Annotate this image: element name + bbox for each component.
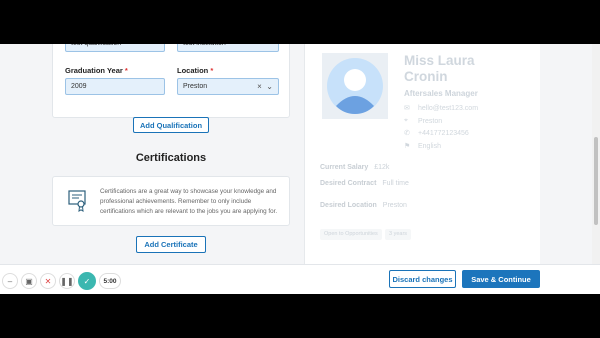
certifications-description: Certifications are a great way to showca…: [100, 188, 278, 215]
graduation-year-label: Graduation Year *: [65, 66, 128, 75]
location-value: Preston: [183, 83, 208, 90]
certificate-icon: [68, 190, 86, 212]
certifications-card: Certifications are a great way to showca…: [52, 176, 290, 226]
discard-changes-button[interactable]: Discard changes: [389, 270, 456, 288]
recorder-controls: – ▣ ✕ ❚❚ ✓ 5:00: [2, 272, 124, 290]
save-continue-button[interactable]: Save & Continue: [462, 270, 540, 288]
preview-overlay: [305, 44, 540, 294]
location-controls: × ⌄: [257, 82, 273, 91]
close-icon[interactable]: ✕: [40, 273, 56, 289]
profile-preview-card: Miss Laura Cronin Aftersales Manager ✉ he…: [304, 44, 540, 294]
institution-input[interactable]: test institution: [177, 44, 279, 52]
app-screen: test qualification test institution Grad…: [0, 44, 600, 294]
minimize-icon[interactable]: –: [2, 273, 18, 289]
qualification-input[interactable]: test qualification: [65, 44, 165, 52]
check-icon[interactable]: ✓: [78, 272, 96, 290]
camera-icon[interactable]: ▣: [21, 273, 37, 289]
qualification-form-card: test qualification test institution Grad…: [52, 44, 290, 118]
pause-icon[interactable]: ❚❚: [59, 273, 75, 289]
scrollbar-thumb[interactable]: [594, 137, 598, 225]
clear-icon[interactable]: ×: [257, 82, 262, 91]
location-label: Location *: [177, 66, 214, 75]
certifications-title: Certifications: [135, 152, 207, 164]
add-qualification-button[interactable]: Add Qualification: [133, 117, 209, 133]
add-certificate-button[interactable]: Add Certificate: [136, 236, 206, 253]
graduation-year-input[interactable]: 2009: [65, 78, 165, 95]
recording-timer: 5:00: [99, 273, 121, 289]
page-scrollbar[interactable]: [592, 44, 600, 294]
chevron-down-icon[interactable]: ⌄: [266, 82, 273, 91]
location-select[interactable]: Preston × ⌄: [177, 78, 279, 95]
